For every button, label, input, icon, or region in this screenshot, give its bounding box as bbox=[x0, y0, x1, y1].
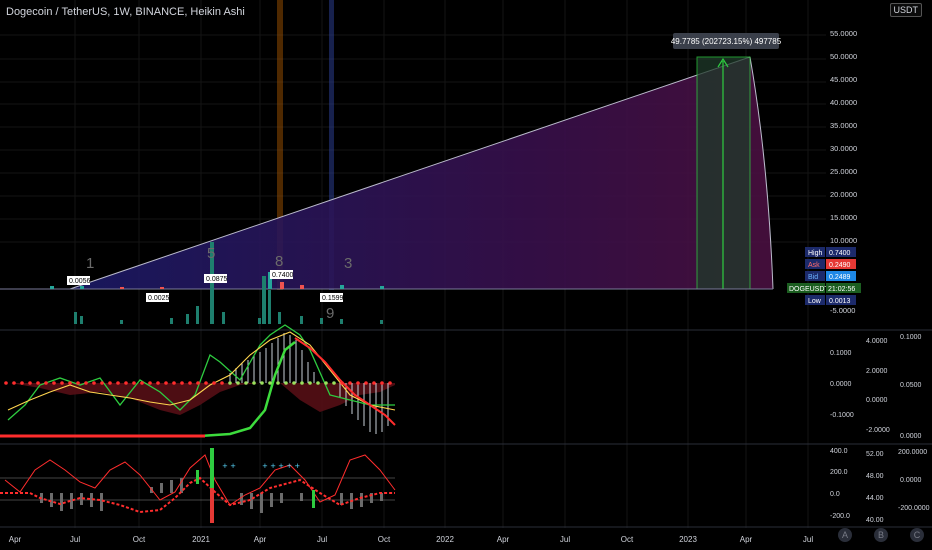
time-tick: Apr bbox=[740, 535, 753, 544]
time-tick: 2021 bbox=[192, 535, 210, 544]
stat-bid-value: 0.2489 bbox=[829, 274, 851, 281]
macd-tick: 0.0000 bbox=[866, 397, 888, 404]
price-tick: 45.0000 bbox=[830, 75, 857, 84]
macd-pane bbox=[0, 324, 396, 438]
osc-axis: 400.0 200.0 0.0 -200.0 52.00 48.00 44.00… bbox=[830, 448, 930, 524]
price-tick: 20.0000 bbox=[830, 190, 857, 199]
price-tick: 40.0000 bbox=[830, 98, 857, 107]
macd-tick: 0.1000 bbox=[830, 350, 852, 357]
osc-green-bar bbox=[312, 490, 315, 508]
time-tick: Oct bbox=[621, 535, 634, 544]
time-tick: 2022 bbox=[436, 535, 454, 544]
stat-high-value: 0.7400 bbox=[829, 250, 851, 257]
osc-red-spike bbox=[210, 488, 214, 523]
currency-selector[interactable]: USDT bbox=[889, 3, 922, 17]
osc-green-bar bbox=[196, 470, 199, 484]
price-tick: -5.0000 bbox=[830, 306, 855, 315]
price-label: 0.0025 bbox=[148, 295, 170, 302]
time-tick: 2023 bbox=[679, 535, 697, 544]
time-tick: Jul bbox=[560, 535, 570, 544]
chart-canvas[interactable]: 49.7785 (202723.15%) 497785 55.0000 50.0… bbox=[0, 0, 932, 550]
stats-panel: High 0.7400 Ask 0.2490 Bid 0.2489 DOGEUS… bbox=[787, 247, 861, 305]
measure-label: 49.7785 (202723.15%) 497785 bbox=[671, 37, 782, 46]
macd-tick: 0.1000 bbox=[900, 334, 922, 341]
badge-b-icon[interactable]: B bbox=[874, 528, 888, 542]
osc-tick: 48.00 bbox=[866, 473, 884, 480]
stat-bid-label: Bid bbox=[808, 274, 818, 281]
osc-tick: -200.0 bbox=[830, 513, 850, 520]
macd-tick: -2.0000 bbox=[866, 427, 890, 434]
stat-low-value: 0.0013 bbox=[829, 298, 851, 305]
macd-tick: 0.0000 bbox=[900, 433, 922, 440]
osc-tick: 400.0 bbox=[830, 448, 848, 455]
wave-label: 3 bbox=[344, 255, 352, 272]
time-tick: Apr bbox=[9, 535, 22, 544]
osc-tick: 44.00 bbox=[866, 495, 884, 502]
macd-tick: 0.0500 bbox=[900, 382, 922, 389]
macd-tick: -0.1000 bbox=[830, 412, 854, 419]
price-label: 0.7400 bbox=[272, 272, 294, 279]
osc-green-spike bbox=[210, 448, 214, 488]
cross-glyph: + + + + + bbox=[262, 462, 300, 470]
time-tick: Apr bbox=[254, 535, 267, 544]
osc-tick: 200.0 bbox=[830, 469, 848, 476]
osc-tick: 0.0 bbox=[830, 491, 840, 498]
wave-label: 9 bbox=[326, 305, 334, 322]
stat-high-label: High bbox=[808, 250, 823, 257]
price-label: 0.0056 bbox=[69, 278, 91, 285]
osc-tick: 52.00 bbox=[866, 451, 884, 458]
stat-low-label: Low bbox=[808, 298, 822, 305]
time-tick: Apr bbox=[497, 535, 510, 544]
badge-a-icon[interactable]: A bbox=[838, 528, 852, 542]
stat-symbol-label: DOGEUSDT bbox=[789, 286, 829, 293]
osc-tick: 40.00 bbox=[866, 517, 884, 524]
price-tick: 15.0000 bbox=[830, 213, 857, 222]
osc-tick: 200.0000 bbox=[898, 449, 927, 456]
badge-c-icon[interactable]: C bbox=[910, 528, 924, 542]
wave-label: 5 bbox=[207, 245, 215, 262]
price-tick: 50.0000 bbox=[830, 52, 857, 61]
wave-label: 1 bbox=[86, 255, 94, 272]
chart-header-title: Dogecoin / TetherUS, 1W, BINANCE, Heikin… bbox=[6, 6, 245, 18]
macd-zero-dots bbox=[4, 381, 392, 385]
price-label: 0.1599 bbox=[322, 295, 344, 302]
stat-timer: 21:02:56 bbox=[828, 286, 855, 293]
time-tick: Oct bbox=[378, 535, 391, 544]
price-tick: 35.0000 bbox=[830, 121, 857, 130]
osc-tick: 0.0000 bbox=[900, 477, 922, 484]
stat-ask-label: Ask bbox=[808, 262, 820, 269]
price-tick: 55.0000 bbox=[830, 29, 857, 38]
macd-red-area bbox=[10, 383, 395, 415]
oscillator-pane: + + + + + + + bbox=[0, 448, 396, 523]
price-tick: 25.0000 bbox=[830, 167, 857, 176]
time-tick: Jul bbox=[803, 535, 813, 544]
osc-red-line bbox=[4, 454, 396, 506]
cross-glyph: + + bbox=[222, 462, 236, 470]
logo-badges: A B C bbox=[838, 528, 928, 546]
stat-ask-value: 0.2490 bbox=[829, 262, 851, 269]
time-axis: Apr Jul Oct 2021 Apr Jul Oct 2022 Apr Ju… bbox=[9, 535, 814, 544]
macd-axis: 0.1000 0.0000 -0.1000 4.0000 2.0000 0.00… bbox=[830, 334, 922, 440]
osc-crosses: + + + + + + + bbox=[222, 462, 300, 470]
price-label: 0.0875 bbox=[206, 276, 228, 283]
price-tick: 30.0000 bbox=[830, 144, 857, 153]
osc-tick: -200.0000 bbox=[898, 505, 930, 512]
macd-tick: 0.0000 bbox=[830, 381, 852, 388]
price-tick: 10.0000 bbox=[830, 236, 857, 245]
time-tick: Jul bbox=[317, 535, 327, 544]
time-tick: Oct bbox=[133, 535, 146, 544]
macd-tick: 2.0000 bbox=[866, 368, 888, 375]
macd-tick: 4.0000 bbox=[866, 338, 888, 345]
time-tick: Jul bbox=[70, 535, 80, 544]
wave-label: 8 bbox=[275, 253, 283, 270]
